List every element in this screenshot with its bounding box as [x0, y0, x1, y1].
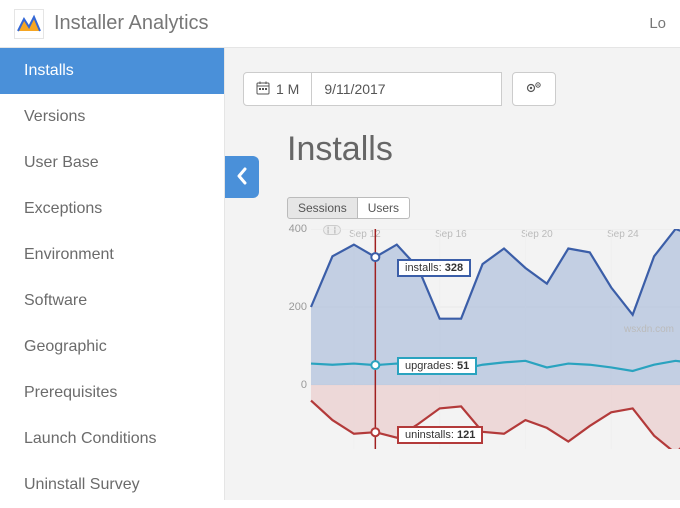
tooltip-upgrades-label: upgrades: — [405, 360, 454, 372]
tab-users[interactable]: Users — [358, 197, 410, 219]
sidebar-item-exceptions[interactable]: Exceptions — [0, 186, 224, 232]
sidebar-item-prerequisites[interactable]: Prerequisites — [0, 370, 224, 416]
sidebar-item-user-base[interactable]: User Base — [0, 140, 224, 186]
date-input[interactable]: 9/11/2017 — [312, 72, 502, 106]
chevron-left-icon — [235, 167, 249, 188]
app-title: Installer Analytics — [54, 12, 209, 35]
date-range-label: 1 M — [276, 81, 299, 97]
page-title: Installs — [287, 130, 680, 169]
tab-sessions[interactable]: Sessions — [287, 197, 358, 219]
installs-chart[interactable]: 400 200 0 Sep 12 Sep 16 Sep 20 Sep 24 ❘❘… — [287, 229, 680, 449]
sidebar-item-installs[interactable]: Installs — [0, 48, 224, 94]
tooltip-installs-value: 328 — [445, 262, 463, 274]
tooltip-uninstalls-label: uninstalls: — [405, 429, 454, 441]
app-logo — [14, 9, 44, 39]
tooltip-installs: installs: 328 — [397, 259, 471, 277]
sidebar-item-uninstall-survey[interactable]: Uninstall Survey — [0, 462, 224, 508]
sidebar-item-versions[interactable]: Versions — [0, 94, 224, 140]
gear-icon — [526, 81, 542, 98]
tooltip-upgrades-value: 51 — [457, 360, 469, 372]
settings-button[interactable] — [512, 72, 556, 106]
watermark: wsxdn.com — [624, 324, 674, 335]
login-link[interactable]: Lo — [649, 15, 666, 32]
sidebar: Installs Versions User Base Exceptions E… — [0, 48, 225, 500]
tooltip-uninstalls-value: 121 — [457, 429, 475, 441]
sidebar-item-launch-conditions[interactable]: Launch Conditions — [0, 416, 224, 462]
sidebar-item-geographic[interactable]: Geographic — [0, 324, 224, 370]
date-range-button[interactable]: 1 M — [243, 72, 312, 106]
date-value: 9/11/2017 — [324, 81, 385, 97]
calendar-icon — [256, 81, 270, 98]
chart-canvas — [287, 229, 680, 449]
tooltip-upgrades: upgrades: 51 — [397, 357, 477, 375]
tooltip-installs-label: installs: — [405, 262, 442, 274]
sidebar-item-environment[interactable]: Environment — [0, 232, 224, 278]
sidebar-item-software[interactable]: Software — [0, 278, 224, 324]
collapse-sidebar-button[interactable] — [225, 156, 259, 198]
tooltip-uninstalls: uninstalls: 121 — [397, 426, 483, 444]
